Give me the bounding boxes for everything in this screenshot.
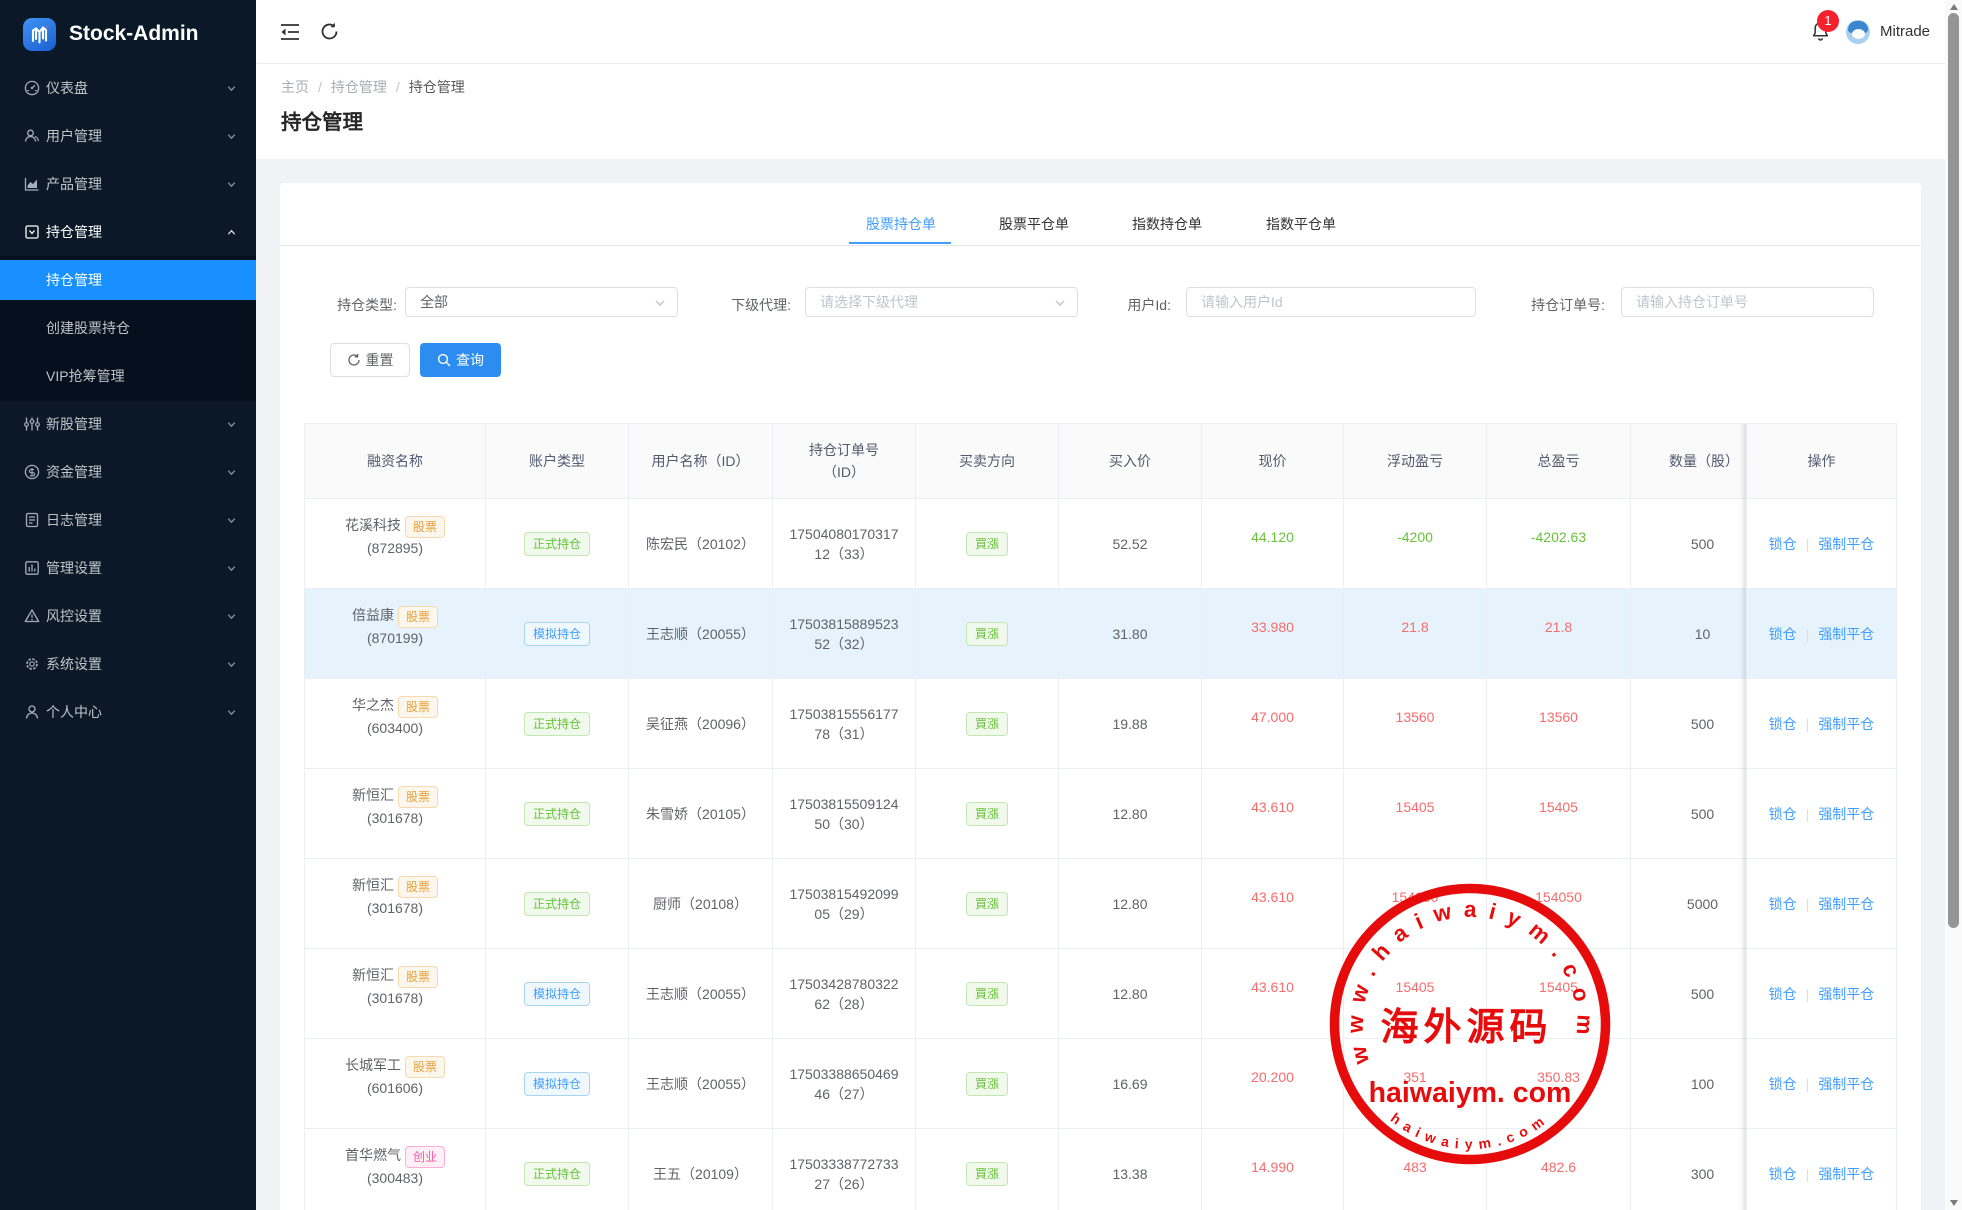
svg-text:haiwaiym. com: haiwaiym. com xyxy=(1369,1077,1572,1109)
svg-text:海外源码: 海外源码 xyxy=(1380,1007,1552,1049)
